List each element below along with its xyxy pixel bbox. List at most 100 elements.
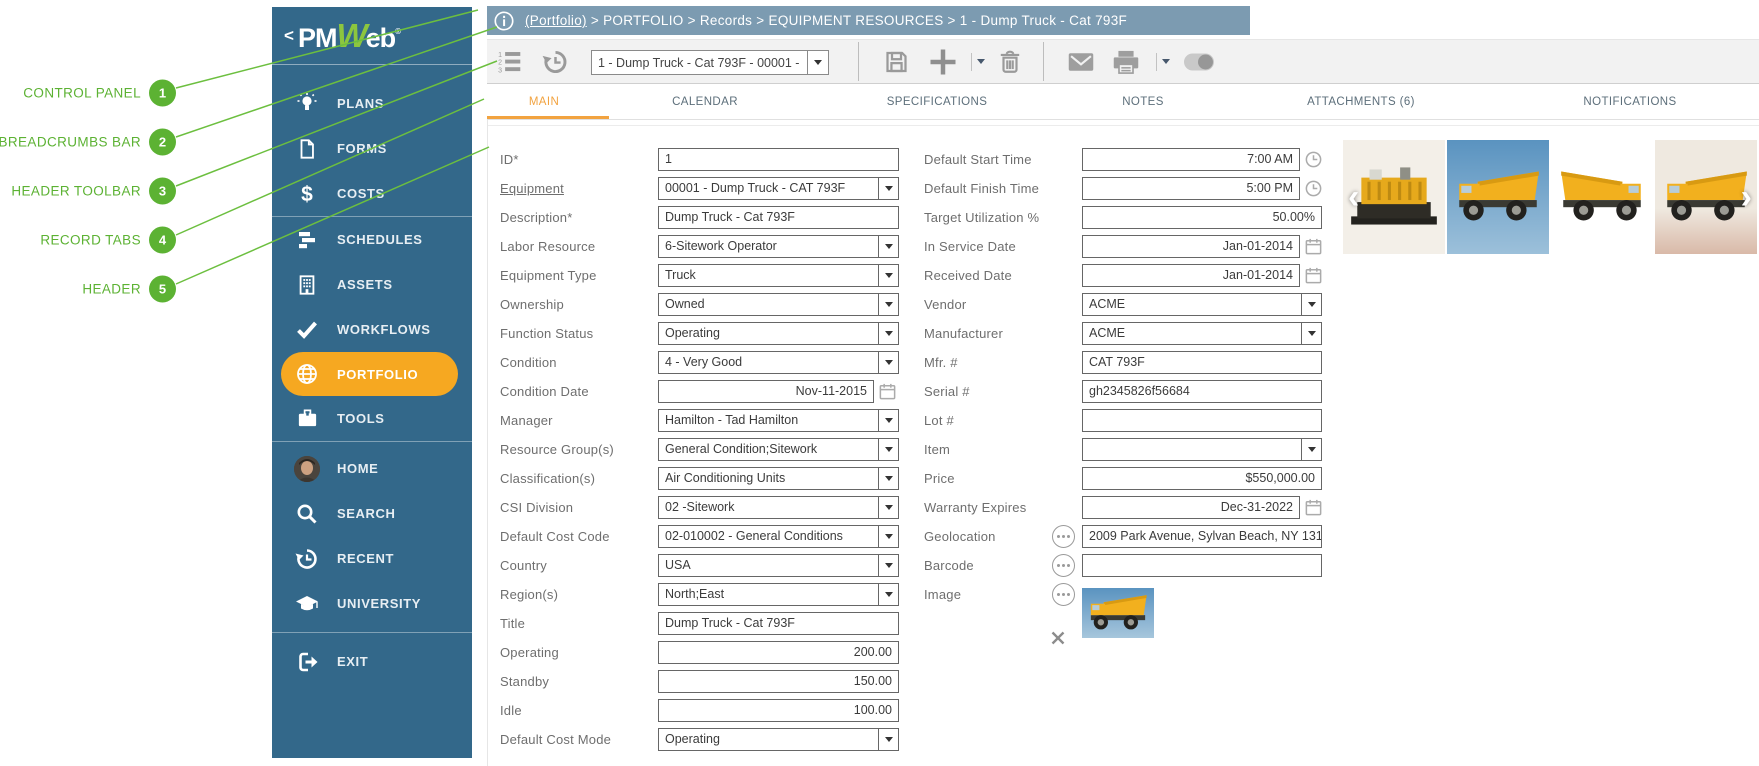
chevron-down-icon[interactable] — [878, 555, 898, 576]
chevron-down-icon[interactable] — [878, 729, 898, 750]
sidebar-item-schedules[interactable]: SCHEDULES — [272, 217, 472, 262]
history-icon[interactable] — [542, 48, 569, 75]
chevron-down-icon[interactable] — [878, 526, 898, 547]
sidebar-item-exit[interactable]: EXIT — [272, 639, 472, 684]
carousel-image-dump-truck-side[interactable] — [1551, 140, 1653, 254]
record-selector-caret[interactable] — [807, 51, 828, 74]
barcode-input[interactable] — [1082, 554, 1322, 577]
tab-attachments[interactable]: ATTACHMENTS (6) — [1307, 84, 1415, 119]
add-dropdown[interactable] — [966, 53, 985, 71]
email-icon[interactable] — [1067, 48, 1095, 76]
carousel-image-dump-truck-sky[interactable] — [1447, 140, 1549, 254]
chevron-down-icon[interactable] — [878, 294, 898, 315]
add-icon[interactable] — [928, 47, 958, 77]
sidebar-item-portfolio[interactable]: PORTFOLIO — [281, 352, 458, 396]
serial-number-input[interactable]: gh2345826f56684 — [1082, 380, 1322, 403]
condition-date-input[interactable]: Nov-11-2015 — [658, 380, 874, 403]
print-icon[interactable] — [1112, 48, 1140, 76]
description-input[interactable]: Dump Truck - Cat 793F — [658, 206, 899, 229]
sidebar-item-search[interactable]: SEARCH — [272, 491, 472, 536]
sidebar-item-university[interactable]: UNIVERSITY — [272, 581, 472, 626]
collapse-sidebar-icon[interactable]: < — [284, 26, 294, 46]
tab-calendar[interactable]: CALENDAR — [672, 84, 738, 119]
tab-specifications[interactable]: SPECIFICATIONS — [887, 84, 988, 119]
equipment-link[interactable]: Equipment — [500, 181, 564, 196]
calendar-icon[interactable] — [1304, 266, 1323, 285]
numbered-list-icon[interactable]: 123 — [497, 49, 523, 75]
sidebar-item-assets[interactable]: ASSETS — [272, 262, 472, 307]
operating-rate-input[interactable]: 200.00 — [658, 641, 899, 664]
csi-division-select[interactable]: 02 -Sitework — [658, 496, 899, 519]
function-status-select[interactable]: Operating — [658, 322, 899, 345]
chevron-down-icon[interactable] — [878, 439, 898, 460]
default-finish-time-input[interactable]: 5:00 PM — [1082, 177, 1300, 200]
condition-select[interactable]: 4 - Very Good — [658, 351, 899, 374]
chevron-down-icon[interactable] — [878, 410, 898, 431]
sidebar-item-costs[interactable]: $ COSTS — [272, 171, 472, 216]
tab-notes[interactable]: NOTES — [1122, 84, 1164, 119]
sidebar-item-tools[interactable]: TOOLS — [272, 396, 472, 441]
barcode-ellipsis-button[interactable] — [1052, 554, 1075, 577]
carousel-next-arrow[interactable]: › — [1741, 180, 1752, 214]
calendar-icon[interactable] — [878, 382, 897, 401]
save-icon[interactable] — [883, 48, 910, 75]
clock-icon[interactable] — [1304, 150, 1323, 169]
chevron-down-icon[interactable] — [878, 497, 898, 518]
chevron-down-icon[interactable] — [1301, 294, 1321, 315]
tab-main[interactable]: MAIN — [529, 84, 559, 119]
breadcrumb-portfolio-link[interactable]: (Portfolio) — [525, 13, 587, 28]
chevron-down-icon[interactable] — [1301, 439, 1321, 460]
in-service-date-input[interactable]: Jan-01-2014 — [1082, 235, 1300, 258]
mfr-number-input[interactable]: CAT 793F — [1082, 351, 1322, 374]
image-ellipsis-button[interactable] — [1052, 583, 1075, 606]
chevron-down-icon[interactable] — [878, 323, 898, 344]
lot-number-input[interactable] — [1082, 409, 1322, 432]
vendor-select[interactable]: ACME — [1082, 293, 1322, 316]
country-select[interactable]: USA — [658, 554, 899, 577]
regions-select[interactable]: North;East — [658, 583, 899, 606]
chevron-down-icon[interactable] — [878, 584, 898, 605]
labor-resource-select[interactable]: 6-Sitework Operator — [658, 235, 899, 258]
sidebar-item-forms[interactable]: FORMS — [272, 126, 472, 171]
default-cost-code-select[interactable]: 02-010002 - General Conditions — [658, 525, 899, 548]
chevron-down-icon[interactable] — [878, 352, 898, 373]
received-date-input[interactable]: Jan-01-2014 — [1082, 264, 1300, 287]
print-dropdown[interactable] — [1151, 53, 1170, 71]
resource-groups-select[interactable]: General Condition;Sitework — [658, 438, 899, 461]
id-input[interactable]: 1 — [658, 148, 899, 171]
default-start-time-input[interactable]: 7:00 AM — [1082, 148, 1300, 171]
chevron-down-icon[interactable] — [878, 236, 898, 257]
info-icon[interactable] — [493, 10, 515, 32]
clock-icon[interactable] — [1304, 179, 1323, 198]
chevron-down-icon[interactable] — [878, 468, 898, 489]
sidebar-item-home[interactable]: HOME — [272, 446, 472, 491]
item-select[interactable] — [1082, 438, 1322, 461]
carousel-prev-arrow[interactable]: ‹ — [1348, 180, 1359, 214]
remove-image-icon[interactable] — [1050, 630, 1066, 651]
manufacturer-select[interactable]: ACME — [1082, 322, 1322, 345]
calendar-icon[interactable] — [1304, 237, 1323, 256]
ownership-select[interactable]: Owned — [658, 293, 899, 316]
sidebar-item-recent[interactable]: RECENT — [272, 536, 472, 581]
title-input[interactable]: Dump Truck - Cat 793F — [658, 612, 899, 635]
geolocation-input[interactable]: 2009 Park Avenue, Sylvan Beach, NY 1315 — [1082, 525, 1322, 548]
geolocation-ellipsis-button[interactable] — [1052, 525, 1075, 548]
toggle-switch[interactable] — [1184, 53, 1214, 70]
sidebar-item-plans[interactable]: PLANS — [272, 81, 472, 126]
record-selector[interactable]: 1 - Dump Truck - Cat 793F - 00001 - — [591, 50, 829, 75]
chevron-down-icon[interactable] — [1301, 323, 1321, 344]
sidebar-item-workflows[interactable]: WORKFLOWS — [272, 307, 472, 352]
idle-rate-input[interactable]: 100.00 — [658, 699, 899, 722]
classifications-select[interactable]: Air Conditioning Units — [658, 467, 899, 490]
manager-select[interactable]: Hamilton - Tad Hamilton — [658, 409, 899, 432]
tab-notifications[interactable]: NOTIFICATIONS — [1583, 84, 1676, 119]
chevron-down-icon[interactable] — [878, 178, 898, 199]
equipment-select[interactable]: 00001 - Dump Truck - CAT 793F — [658, 177, 899, 200]
calendar-icon[interactable] — [1304, 498, 1323, 517]
chevron-down-icon[interactable] — [878, 265, 898, 286]
default-cost-mode-select[interactable]: Operating — [658, 728, 899, 751]
warranty-expires-input[interactable]: Dec-31-2022 — [1082, 496, 1300, 519]
price-input[interactable]: $550,000.00 — [1082, 467, 1322, 490]
target-utilization-input[interactable]: 50.00% — [1082, 206, 1322, 229]
standby-rate-input[interactable]: 150.00 — [658, 670, 899, 693]
